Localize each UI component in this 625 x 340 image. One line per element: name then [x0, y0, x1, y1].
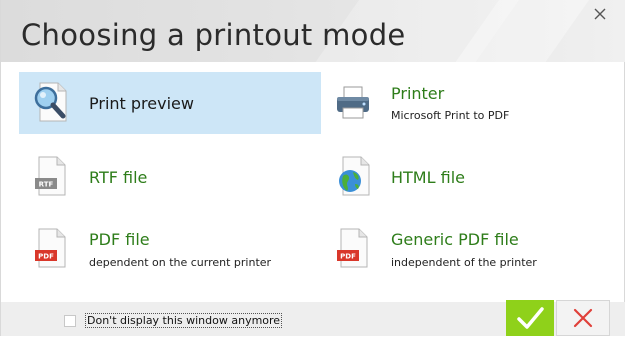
option-sublabel: independent of the printer — [391, 256, 537, 269]
pdf-badge-text: PDF — [38, 253, 54, 261]
dialog-title: Choosing a printout mode — [21, 18, 406, 52]
option-print-preview[interactable]: Print preview — [19, 72, 321, 134]
ok-button[interactable] — [506, 300, 554, 336]
option-label: PDF file — [89, 230, 150, 249]
option-label: Printer — [391, 84, 445, 103]
rtf-badge-text: RTF — [39, 181, 54, 189]
option-label: RTF file — [89, 168, 148, 187]
option-printer[interactable]: Printer Microsoft Print to PDF — [321, 72, 611, 134]
dialog-header: Choosing a printout mode — [1, 0, 625, 62]
option-rtf-file[interactable]: RTF RTF file — [19, 146, 321, 208]
option-sublabel: Microsoft Print to PDF — [391, 109, 510, 122]
checkmark-icon — [517, 307, 544, 329]
printout-mode-dialog: Choosing a printout mode Print preview P… — [0, 0, 625, 336]
option-label: HTML file — [391, 168, 465, 187]
cancel-button[interactable] — [556, 300, 610, 336]
globe-file-icon — [339, 156, 370, 196]
dont-display-checkbox[interactable] — [64, 315, 76, 327]
magnifier-page-icon — [34, 82, 67, 122]
dont-display-label[interactable]: Don't display this window anymore — [85, 313, 283, 328]
pdf-badge-text: PDF — [340, 253, 356, 261]
x-icon — [573, 308, 593, 328]
option-html-file[interactable]: HTML file — [321, 146, 611, 208]
option-pdf-file[interactable]: PDF PDF file dependent on the current pr… — [19, 218, 321, 280]
option-label: Print preview — [89, 94, 194, 113]
pdf-file-icon: PDF — [35, 228, 66, 268]
option-generic-pdf-file[interactable]: PDF Generic PDF file independent of the … — [321, 218, 611, 280]
option-sublabel: dependent on the current printer — [89, 256, 272, 269]
option-label: Generic PDF file — [391, 230, 519, 249]
printer-icon — [337, 86, 369, 119]
pdf-file-icon: PDF — [337, 228, 368, 268]
close-icon[interactable] — [592, 6, 610, 24]
rtf-file-icon: RTF — [35, 156, 66, 196]
